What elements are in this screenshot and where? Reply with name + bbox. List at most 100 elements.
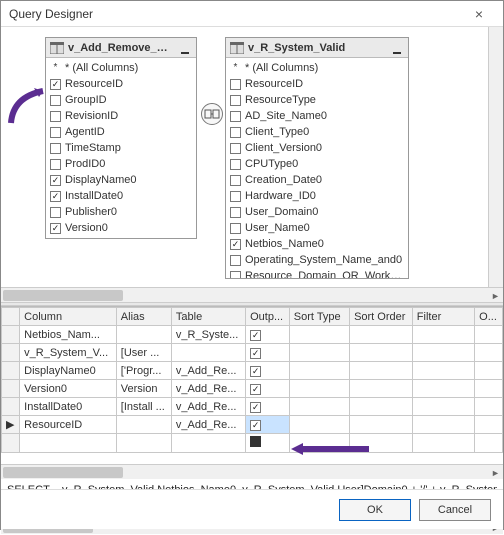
column-checkbox[interactable] bbox=[50, 111, 61, 122]
table-window-add-remove[interactable]: v_Add_Remove_Pr... ** (All Columns)Resou… bbox=[45, 37, 197, 239]
col-header-o[interactable]: O... bbox=[475, 308, 503, 326]
grid-row[interactable]: Version0Versionv_Add_Re... bbox=[2, 380, 503, 398]
col-header-filter[interactable]: Filter bbox=[412, 308, 474, 326]
cell-sort-type[interactable] bbox=[289, 362, 349, 380]
minimize-icon[interactable] bbox=[178, 42, 192, 54]
grid-row[interactable]: ▶ResourceIDv_Add_Re... bbox=[2, 416, 503, 434]
join-connector-icon[interactable] bbox=[201, 103, 223, 125]
ok-button[interactable]: OK bbox=[339, 499, 411, 521]
cell-o[interactable] bbox=[475, 380, 503, 398]
vertical-scrollbar[interactable] bbox=[488, 27, 503, 287]
grid-row[interactable]: DisplayName0['Progr...v_Add_Re... bbox=[2, 362, 503, 380]
column-checkbox[interactable] bbox=[50, 159, 61, 170]
cell-column[interactable]: InstallDate0 bbox=[20, 398, 117, 416]
cell-sort-order[interactable] bbox=[350, 398, 413, 416]
diagram-pane[interactable]: v_Add_Remove_Pr... ** (All Columns)Resou… bbox=[1, 27, 503, 287]
row-selector[interactable] bbox=[2, 344, 20, 362]
cell-table[interactable]: v_R_Syste... bbox=[171, 326, 245, 344]
table-window-header[interactable]: v_R_System_Valid bbox=[226, 38, 408, 58]
cell-sort-order[interactable] bbox=[350, 380, 413, 398]
output-checkbox[interactable] bbox=[250, 348, 261, 359]
cell-empty[interactable] bbox=[20, 434, 117, 453]
diagram-horizontal-scrollbar[interactable]: ◄ ► bbox=[1, 287, 503, 302]
col-header-sort-order[interactable]: Sort Order bbox=[350, 308, 413, 326]
cell-o[interactable] bbox=[475, 362, 503, 380]
column-item[interactable]: TimeStamp bbox=[46, 140, 196, 156]
cell-table[interactable]: v_Add_Re... bbox=[171, 362, 245, 380]
output-checkbox[interactable] bbox=[250, 436, 261, 447]
cell-o[interactable] bbox=[475, 398, 503, 416]
cell-sort-type[interactable] bbox=[289, 380, 349, 398]
col-header-column[interactable]: Column bbox=[20, 308, 117, 326]
column-item[interactable]: Version0 bbox=[46, 220, 196, 236]
column-checkbox[interactable] bbox=[230, 223, 241, 234]
column-item[interactable]: Client_Version0 bbox=[226, 140, 408, 156]
column-item[interactable]: User_Name0 bbox=[226, 220, 408, 236]
cell-output[interactable] bbox=[246, 434, 290, 453]
col-header-sort-type[interactable]: Sort Type bbox=[289, 308, 349, 326]
col-header-alias[interactable]: Alias bbox=[116, 308, 171, 326]
cell-output[interactable] bbox=[246, 344, 290, 362]
scroll-right-icon[interactable]: ► bbox=[488, 288, 503, 303]
cell-filter[interactable] bbox=[412, 416, 474, 434]
row-selector[interactable] bbox=[2, 326, 20, 344]
cell-o[interactable] bbox=[475, 326, 503, 344]
cell-table[interactable]: v_Add_Re... bbox=[171, 398, 245, 416]
criteria-grid[interactable]: Column Alias Table Outp... Sort Type Sor… bbox=[1, 307, 503, 453]
column-checkbox[interactable] bbox=[230, 127, 241, 138]
cell-empty[interactable] bbox=[412, 434, 474, 453]
column-item[interactable]: ResourceID bbox=[46, 76, 196, 92]
grid-row[interactable]: Netbios_Nam...v_R_Syste... bbox=[2, 326, 503, 344]
column-checkbox[interactable] bbox=[230, 143, 241, 154]
cell-alias[interactable]: [Install ... bbox=[116, 398, 171, 416]
column-item[interactable]: Publisher0 bbox=[46, 204, 196, 220]
column-item[interactable]: AgentID bbox=[46, 124, 196, 140]
cell-o[interactable] bbox=[475, 416, 503, 434]
cell-table[interactable]: v_Add_Re... bbox=[171, 416, 245, 434]
column-checkbox[interactable] bbox=[230, 159, 241, 170]
column-item[interactable]: AD_Site_Name0 bbox=[226, 108, 408, 124]
cell-alias[interactable] bbox=[116, 416, 171, 434]
cell-alias[interactable] bbox=[116, 326, 171, 344]
cell-alias[interactable]: Version bbox=[116, 380, 171, 398]
column-checkbox[interactable] bbox=[50, 175, 61, 186]
minimize-icon[interactable] bbox=[390, 42, 404, 54]
row-selector[interactable] bbox=[2, 362, 20, 380]
cell-filter[interactable] bbox=[412, 362, 474, 380]
column-item[interactable]: ResourceID bbox=[226, 76, 408, 92]
cell-sort-type[interactable] bbox=[289, 416, 349, 434]
column-checkbox[interactable] bbox=[230, 271, 241, 279]
output-checkbox[interactable] bbox=[250, 402, 261, 413]
cell-table[interactable] bbox=[171, 344, 245, 362]
column-checkbox[interactable] bbox=[50, 207, 61, 218]
cell-o[interactable] bbox=[475, 344, 503, 362]
cell-column[interactable]: Version0 bbox=[20, 380, 117, 398]
cell-output[interactable] bbox=[246, 416, 290, 434]
column-item[interactable]: DisplayName0 bbox=[46, 172, 196, 188]
table-window-system-valid[interactable]: v_R_System_Valid ** (All Columns)Resourc… bbox=[225, 37, 409, 279]
cell-column[interactable]: v_R_System_V... bbox=[20, 344, 117, 362]
cell-empty[interactable] bbox=[171, 434, 245, 453]
column-checkbox[interactable] bbox=[230, 175, 241, 186]
cell-sort-order[interactable] bbox=[350, 344, 413, 362]
col-header-output[interactable]: Outp... bbox=[246, 308, 290, 326]
column-item[interactable]: ProdID0 bbox=[46, 156, 196, 172]
cell-filter[interactable] bbox=[412, 326, 474, 344]
column-checkbox[interactable] bbox=[230, 191, 241, 202]
column-item[interactable]: Resource_Domain_OR_Workgr0 bbox=[226, 268, 408, 278]
cell-sort-type[interactable] bbox=[289, 326, 349, 344]
grid-row[interactable]: InstallDate0[Install ...v_Add_Re... bbox=[2, 398, 503, 416]
table-window-header[interactable]: v_Add_Remove_Pr... bbox=[46, 38, 196, 58]
column-item[interactable]: ** (All Columns) bbox=[226, 60, 408, 76]
cell-filter[interactable] bbox=[412, 380, 474, 398]
column-checkbox[interactable] bbox=[50, 143, 61, 154]
cell-sort-order[interactable] bbox=[350, 362, 413, 380]
cell-filter[interactable] bbox=[412, 344, 474, 362]
column-checkbox[interactable] bbox=[230, 207, 241, 218]
col-header-table[interactable]: Table bbox=[171, 308, 245, 326]
row-selector[interactable]: ▶ bbox=[2, 416, 20, 434]
cell-alias[interactable]: ['Progr... bbox=[116, 362, 171, 380]
column-checkbox[interactable] bbox=[50, 95, 61, 106]
column-item[interactable]: RevisionID bbox=[46, 108, 196, 124]
column-checkbox[interactable] bbox=[230, 79, 241, 90]
